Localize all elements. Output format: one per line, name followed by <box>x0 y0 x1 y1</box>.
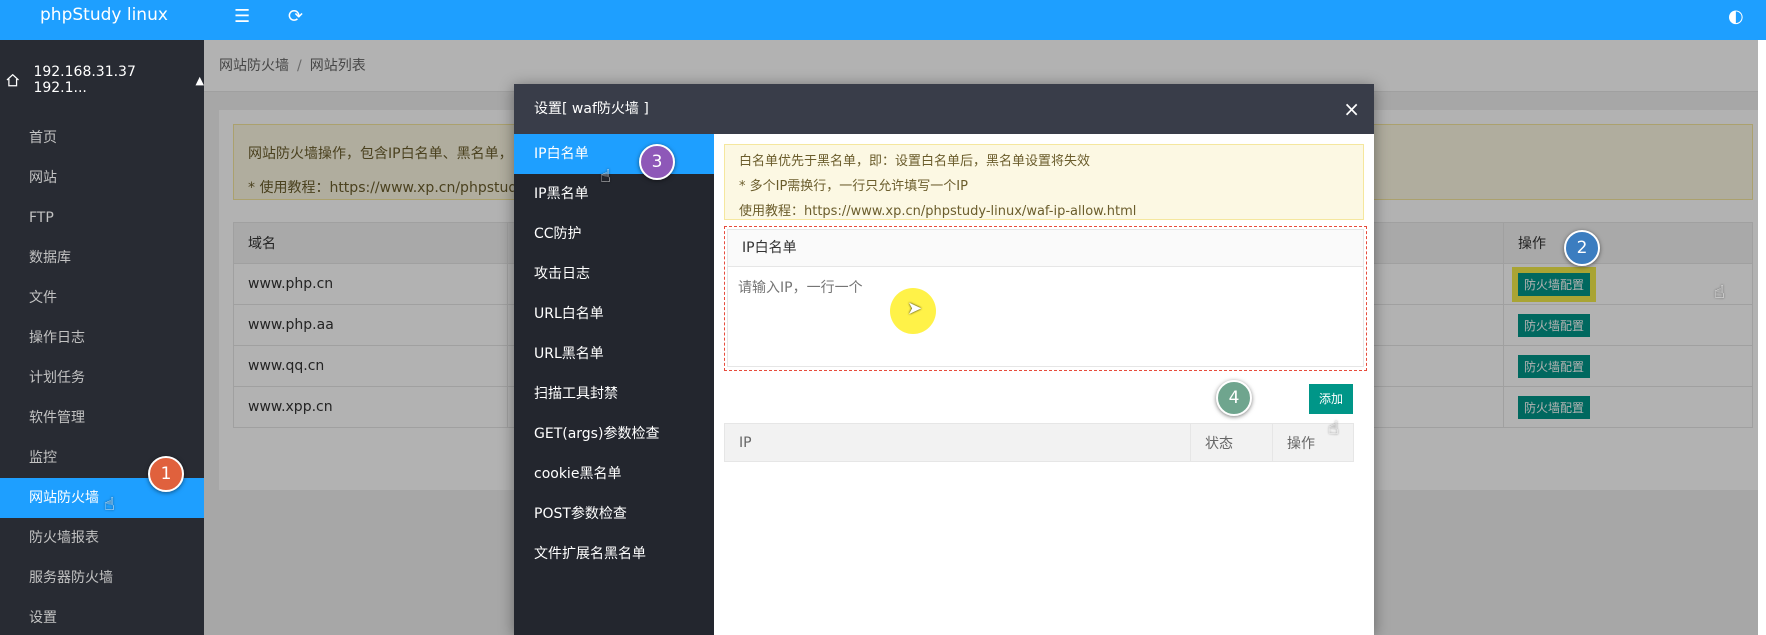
host-label: 192.168.31.37 192.1... <box>33 64 136 96</box>
modal-tip-line-1: 白名单优先于黑名单，即：设置白名单后，黑名单设置将失效 <box>739 154 1091 169</box>
sidebar-item-database[interactable]: 数据库 <box>0 238 204 278</box>
modal-tip: 白名单优先于黑名单，即：设置白名单后，黑名单设置将失效 * 多个IP需换行，一行… <box>724 144 1364 220</box>
sidebar-item-firewall-report[interactable]: 防火墙报表 <box>0 518 204 558</box>
top-bar: ☰ ⟳ ◐ <box>204 0 1766 40</box>
sidebar-item-site[interactable]: 网站 <box>0 158 204 198</box>
app-logo: phpStudy linux <box>0 0 204 40</box>
sidebar-item-ftp[interactable]: FTP <box>0 198 204 238</box>
modal-body: 白名单优先于黑名单，即：设置白名单后，黑名单设置将失效 * 多个IP需换行，一行… <box>714 134 1374 635</box>
sidebar-item-server-firewall[interactable]: 服务器防火墙 <box>0 558 204 598</box>
hand-cursor-icon: ☝ <box>1714 282 1725 303</box>
close-icon[interactable]: × <box>1343 84 1360 134</box>
home-icon <box>6 73 19 87</box>
ip-table: IP 状态 操作 <box>724 423 1354 462</box>
col-status: 状态 <box>1190 423 1273 462</box>
step-badge-4: 4 <box>1216 380 1252 416</box>
nav-ip-whitelist[interactable]: IP白名单 <box>514 134 714 174</box>
caret-up-icon: ▲ <box>195 73 204 87</box>
nav-scan-tool-block[interactable]: 扫描工具封禁 <box>514 374 714 414</box>
sidebar-item-software[interactable]: 软件管理 <box>0 398 204 438</box>
hand-cursor-icon: ☝ <box>600 166 611 187</box>
pointer-icon: ➤ <box>907 298 923 319</box>
nav-post-check[interactable]: POST参数检查 <box>514 494 714 534</box>
nav-get-args-check[interactable]: GET(args)参数检查 <box>514 414 714 454</box>
refresh-icon[interactable]: ⟳ <box>288 6 303 27</box>
modal-tip-line-3: 使用教程：https://www.xp.cn/phpstudy-linux/wa… <box>739 204 1137 219</box>
nav-ext-blacklist[interactable]: 文件扩展名黑名单 <box>514 534 714 574</box>
sidebar-item-oplog[interactable]: 操作日志 <box>0 318 204 358</box>
col-ip: IP <box>724 423 1191 462</box>
menu-collapse-icon[interactable]: ☰ <box>234 6 250 27</box>
modal-header: 设置[ waf防火墙 ] × <box>514 84 1374 134</box>
hand-cursor-icon: ☝ <box>104 494 115 515</box>
nav-ip-blacklist[interactable]: IP黑名单 <box>514 174 714 214</box>
step-badge-1: 1 <box>148 456 184 492</box>
sidebar-menu: 首页 网站 FTP 数据库 文件 操作日志 计划任务 软件管理 监控 网站防火墙… <box>0 118 204 635</box>
modal-title: 设置[ waf防火墙 ] <box>534 101 649 117</box>
sidebar-item-home[interactable]: 首页 <box>0 118 204 158</box>
ip-whitelist-form: IP白名单 <box>724 226 1367 371</box>
nav-cookie-blacklist[interactable]: cookie黑名单 <box>514 454 714 494</box>
sidebar-item-settings[interactable]: 设置 <box>0 598 204 635</box>
add-button[interactable]: 添加 <box>1309 384 1353 414</box>
theme-icon[interactable]: ◐ <box>1728 6 1744 27</box>
sidebar-item-files[interactable]: 文件 <box>0 278 204 318</box>
modal-tip-line-2: * 多个IP需换行，一行只允许填写一个IP <box>739 179 968 194</box>
modal-nav: IP白名单 IP黑名单 CC防护 攻击日志 URL白名单 URL黑名单 扫描工具… <box>514 134 714 635</box>
sidebar-item-cron[interactable]: 计划任务 <box>0 358 204 398</box>
step-badge-3: 3 <box>639 144 675 180</box>
nav-attack-log[interactable]: 攻击日志 <box>514 254 714 294</box>
field-label: IP白名单 <box>727 229 1364 267</box>
host-selector[interactable]: 192.168.31.37 192.1... ▲ <box>0 52 204 108</box>
ip-whitelist-input[interactable] <box>727 267 1364 367</box>
sidebar: phpStudy linux 192.168.31.37 192.1... ▲ … <box>0 0 204 635</box>
hand-cursor-icon: ☝ <box>1328 418 1339 439</box>
nav-url-blacklist[interactable]: URL黑名单 <box>514 334 714 374</box>
col-ops: 操作 <box>1272 423 1354 462</box>
nav-cc-protection[interactable]: CC防护 <box>514 214 714 254</box>
step-badge-2: 2 <box>1564 230 1600 266</box>
nav-url-whitelist[interactable]: URL白名单 <box>514 294 714 334</box>
ip-table-header: IP 状态 操作 <box>724 423 1354 462</box>
